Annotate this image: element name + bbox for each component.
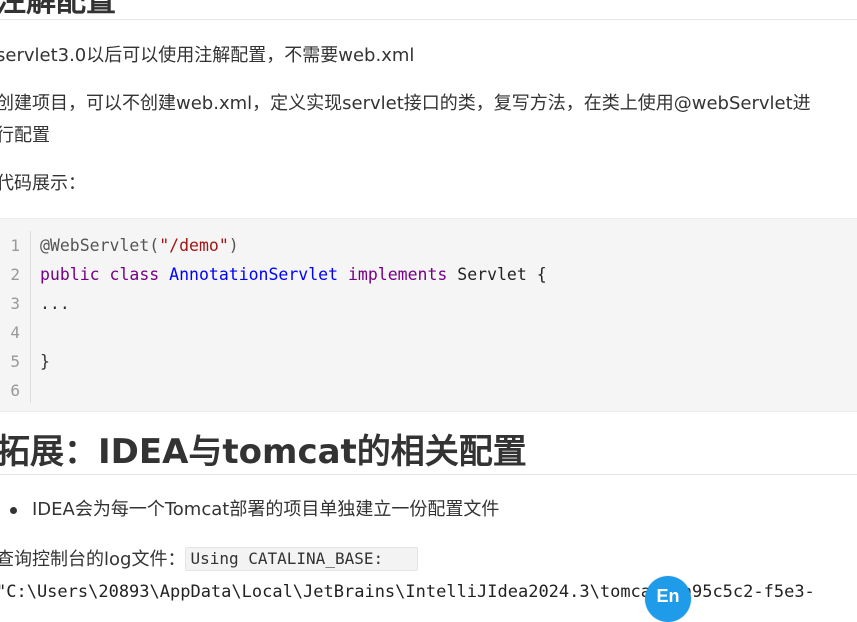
code-brace: { bbox=[536, 265, 547, 284]
code-keyword: public bbox=[40, 265, 100, 284]
paragraph-servlet30: servlet3.0以后可以使用注解配置，不需要web.xml bbox=[0, 45, 415, 66]
bullet-dot bbox=[10, 507, 17, 514]
line-number: 1 bbox=[10, 236, 20, 255]
code-block[interactable]: 1 2 3 4 5 6 @WebServlet("/demo") public … bbox=[0, 218, 857, 412]
code-annotation: @WebServlet( bbox=[40, 236, 160, 255]
paragraph-create-project-cont: 行配置 bbox=[0, 125, 50, 146]
code-keyword: implements bbox=[347, 265, 448, 284]
heading-divider bbox=[0, 474, 857, 475]
code-line: public class AnnotationServlet implement… bbox=[40, 260, 857, 289]
code-paren: ) bbox=[228, 236, 239, 255]
section-heading-idea-tomcat: 拓展：IDEA与tomcat的相关配置 bbox=[0, 432, 527, 472]
line-number: 6 bbox=[10, 381, 20, 400]
code-interface-name: Servlet bbox=[457, 265, 527, 284]
list-item-text: IDEA会为每一个Tomcat部署的项目单独建立一份配置文件 bbox=[32, 499, 500, 520]
bullet-list: IDEA会为每一个Tomcat部署的项目单独建立一份配置文件 bbox=[0, 494, 499, 526]
code-string: "/demo" bbox=[159, 236, 229, 255]
ime-language-badge[interactable]: En bbox=[645, 576, 691, 622]
list-item: IDEA会为每一个Tomcat部署的项目单独建立一份配置文件 bbox=[0, 494, 499, 526]
log-label: 查询控制台的log文件： bbox=[0, 549, 186, 570]
document-page: 注解配置 servlet3.0以后可以使用注解配置，不需要web.xml 创建项… bbox=[0, 0, 857, 602]
code-class-name: AnnotationServlet bbox=[169, 265, 339, 284]
section-heading-annotation-config: 注解配置 bbox=[0, 0, 116, 19]
code-line: } bbox=[40, 352, 50, 371]
paragraph-code-intro: 代码展示： bbox=[0, 173, 86, 194]
line-number-gutter: 1 2 3 4 5 6 bbox=[0, 231, 31, 403]
line-number: 5 bbox=[10, 352, 20, 371]
line-number: 4 bbox=[10, 323, 20, 342]
code-line: ... bbox=[40, 294, 70, 313]
line-number: 3 bbox=[10, 294, 20, 313]
code-keyword: class bbox=[109, 265, 160, 284]
line-number: 2 bbox=[10, 265, 20, 284]
paragraph-create-project: 创建项目，可以不创建web.xml，定义实现servlet接口的类，复写方法，在… bbox=[0, 93, 811, 114]
inline-code: Using CATALINA_BASE: bbox=[185, 547, 419, 571]
code-content: @WebServlet("/demo") public class Annota… bbox=[40, 231, 857, 405]
code-line: @WebServlet("/demo") bbox=[40, 231, 857, 260]
paragraph-log-file: 查询控制台的log文件： Using CATALINA_BASE: bbox=[0, 544, 419, 576]
heading-divider bbox=[0, 19, 857, 20]
